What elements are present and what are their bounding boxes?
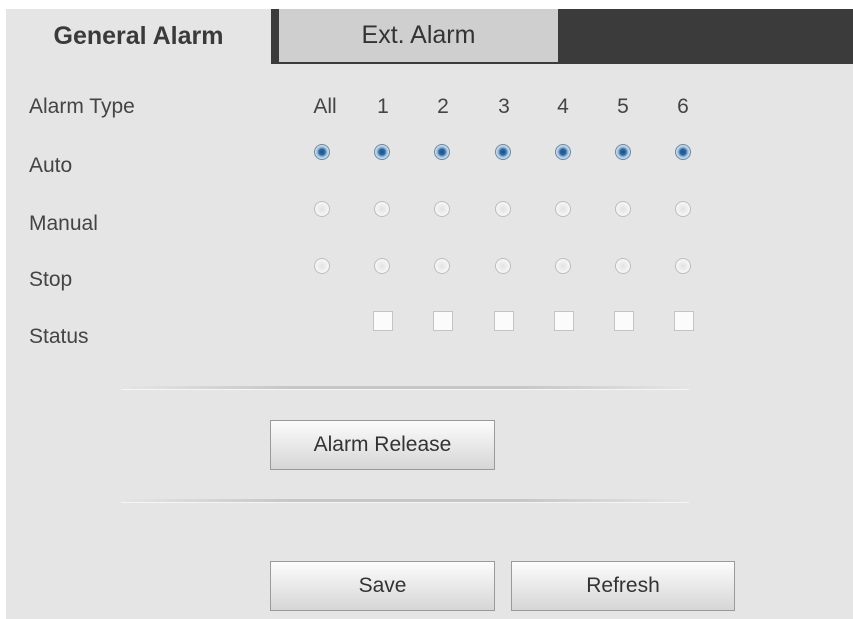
auto-5-radio[interactable] bbox=[615, 144, 631, 160]
status-5-checkbox[interactable] bbox=[614, 311, 634, 331]
tab-ext-alarm[interactable]: Ext. Alarm bbox=[279, 9, 558, 62]
status-6-checkbox[interactable] bbox=[674, 311, 694, 331]
manual-5-radio[interactable] bbox=[615, 201, 631, 217]
tab-bar: General Alarm Ext. Alarm bbox=[6, 9, 853, 64]
stop-4-radio[interactable] bbox=[555, 258, 571, 274]
general-alarm-panel: General Alarm Ext. Alarm Alarm Type Auto… bbox=[6, 9, 853, 619]
stop-2-radio[interactable] bbox=[434, 258, 450, 274]
manual-label: Manual bbox=[29, 212, 98, 235]
status-label: Status bbox=[29, 325, 89, 348]
stop-1-radio[interactable] bbox=[374, 258, 390, 274]
stop-5-radio[interactable] bbox=[615, 258, 631, 274]
auto-6-radio[interactable] bbox=[675, 144, 691, 160]
refresh-button[interactable]: Refresh bbox=[511, 561, 735, 611]
auto-2-radio[interactable] bbox=[434, 144, 450, 160]
stop-6-radio[interactable] bbox=[675, 258, 691, 274]
manual-all-radio[interactable] bbox=[314, 201, 330, 217]
auto-4-radio[interactable] bbox=[555, 144, 571, 160]
divider-bottom bbox=[121, 499, 689, 503]
tab-general-alarm[interactable]: General Alarm bbox=[6, 9, 271, 64]
column-header-4: 4 bbox=[557, 95, 569, 118]
save-button[interactable]: Save bbox=[270, 561, 495, 611]
divider-top bbox=[121, 386, 689, 390]
column-header-5: 5 bbox=[617, 95, 629, 118]
column-header-6: 6 bbox=[677, 95, 689, 118]
manual-4-radio[interactable] bbox=[555, 201, 571, 217]
manual-1-radio[interactable] bbox=[374, 201, 390, 217]
stop-all-radio[interactable] bbox=[314, 258, 330, 274]
status-3-checkbox[interactable] bbox=[494, 311, 514, 331]
column-header-1: 1 bbox=[377, 95, 389, 118]
column-header-2: 2 bbox=[437, 95, 449, 118]
stop-3-radio[interactable] bbox=[495, 258, 511, 274]
auto-all-radio[interactable] bbox=[314, 144, 330, 160]
status-4-checkbox[interactable] bbox=[554, 311, 574, 331]
manual-3-radio[interactable] bbox=[495, 201, 511, 217]
alarm-type-label: Alarm Type bbox=[29, 95, 135, 118]
column-header-3: 3 bbox=[498, 95, 510, 118]
auto-3-radio[interactable] bbox=[495, 144, 511, 160]
manual-6-radio[interactable] bbox=[675, 201, 691, 217]
auto-label: Auto bbox=[29, 154, 73, 177]
manual-2-radio[interactable] bbox=[434, 201, 450, 217]
alarm-release-button[interactable]: Alarm Release bbox=[270, 420, 495, 470]
stop-label: Stop bbox=[29, 268, 73, 291]
status-2-checkbox[interactable] bbox=[433, 311, 453, 331]
column-header-all: All bbox=[313, 95, 337, 118]
status-1-checkbox[interactable] bbox=[373, 311, 393, 331]
auto-1-radio[interactable] bbox=[374, 144, 390, 160]
